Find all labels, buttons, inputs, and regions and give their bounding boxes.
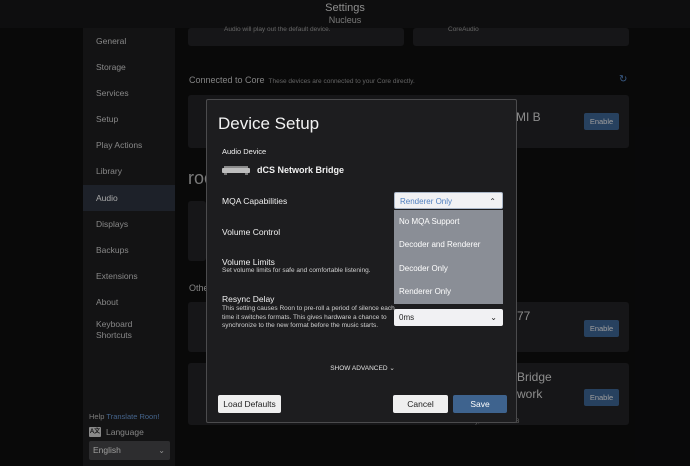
mqa-selected-value: Renderer Only bbox=[400, 197, 453, 206]
volume-limits-description: Set volume limits for safe and comfortab… bbox=[222, 267, 371, 274]
show-advanced-label: SHOW ADVANCED bbox=[330, 365, 388, 372]
mqa-option-no-support[interactable]: No MQA Support bbox=[394, 210, 503, 233]
dialog-title: Device Setup bbox=[218, 114, 320, 133]
volume-limits-label: Volume Limits bbox=[222, 257, 275, 267]
resync-delay-label: Resync Delay bbox=[222, 294, 275, 304]
mqa-dropdown-menu: No MQA Support Decoder and Renderer Deco… bbox=[394, 210, 503, 304]
cancel-button[interactable]: Cancel bbox=[393, 395, 448, 413]
chevron-down-icon: ⌄ bbox=[389, 365, 395, 372]
resync-delay-description: This setting causes Roon to pre-roll a p… bbox=[222, 305, 395, 329]
resync-delay-select[interactable]: 0ms ⌄ bbox=[394, 309, 503, 326]
device-name: dCS Network Bridge bbox=[257, 165, 345, 175]
mqa-capabilities-select[interactable]: Renderer Only ⌃ bbox=[394, 192, 503, 209]
mqa-option-decoder-only[interactable]: Decoder Only bbox=[394, 257, 503, 280]
mqa-capabilities-label: MQA Capabilities bbox=[222, 196, 288, 206]
load-defaults-button[interactable]: Load Defaults bbox=[218, 395, 281, 413]
chevron-down-icon: ⌄ bbox=[490, 313, 497, 322]
volume-control-label: Volume Control bbox=[222, 227, 281, 237]
resync-delay-value: 0ms bbox=[399, 313, 415, 322]
show-advanced-toggle[interactable]: SHOW ADVANCED ⌄ bbox=[207, 364, 518, 372]
mqa-option-renderer-only[interactable]: Renderer Only bbox=[394, 280, 503, 303]
mqa-option-decoder-and-renderer[interactable]: Decoder and Renderer bbox=[394, 233, 503, 256]
audio-device-label: Audio Device bbox=[222, 147, 267, 156]
save-button[interactable]: Save bbox=[453, 395, 507, 413]
device-icon bbox=[222, 166, 250, 175]
chevron-up-icon: ⌃ bbox=[489, 197, 496, 206]
device-setup-dialog: Device Setup Audio Device dCS Network Br… bbox=[206, 99, 517, 423]
